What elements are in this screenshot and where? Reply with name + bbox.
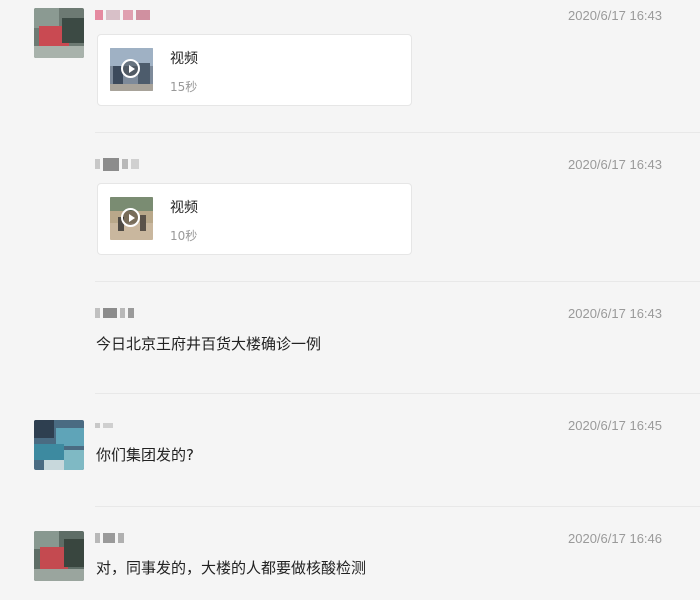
avatar[interactable] [34, 531, 84, 581]
sender-name-blurred [95, 8, 150, 22]
video-duration: 15秒 [170, 80, 198, 94]
timestamp: 2020/6/17 16:46 [568, 531, 662, 546]
timestamp: 2020/6/17 16:43 [568, 8, 662, 23]
avatar[interactable] [34, 8, 84, 58]
sender-name-blurred [95, 418, 113, 432]
video-duration: 10秒 [170, 229, 198, 243]
message-item: 2020/6/17 16:45 你们集团发的? [0, 394, 700, 506]
message-text: 对，同事发的，大楼的人都要做核酸检测 [96, 559, 367, 577]
video-title: 视频 [170, 51, 198, 67]
message-text: 今日北京王府井百货大楼确诊一例 [96, 335, 322, 353]
message-item: 2020/6/17 16:43 今日北京王府井百货大楼确诊一例 [0, 282, 700, 392]
timestamp: 2020/6/17 16:43 [568, 306, 662, 321]
sender-name-blurred [95, 306, 134, 320]
sender-name-blurred [95, 157, 139, 171]
timestamp: 2020/6/17 16:43 [568, 157, 662, 172]
play-icon [121, 208, 140, 227]
sender-name-blurred [95, 531, 124, 545]
video-thumbnail [110, 48, 153, 91]
avatar[interactable] [34, 420, 84, 470]
message-item: 2020/6/17 16:43 视频 10秒 [0, 133, 700, 281]
message-item: 2020/6/17 16:43 视频 15秒 [0, 0, 700, 130]
message-text: 你们集团发的? [96, 446, 194, 464]
video-card[interactable]: 视频 15秒 [97, 34, 412, 106]
message-item: 2020/6/17 16:46 对，同事发的，大楼的人都要做核酸检测 [0, 507, 700, 600]
video-thumbnail [110, 197, 153, 240]
video-title: 视频 [170, 200, 198, 216]
timestamp: 2020/6/17 16:45 [568, 418, 662, 433]
video-card[interactable]: 视频 10秒 [97, 183, 412, 255]
play-icon [121, 59, 140, 78]
